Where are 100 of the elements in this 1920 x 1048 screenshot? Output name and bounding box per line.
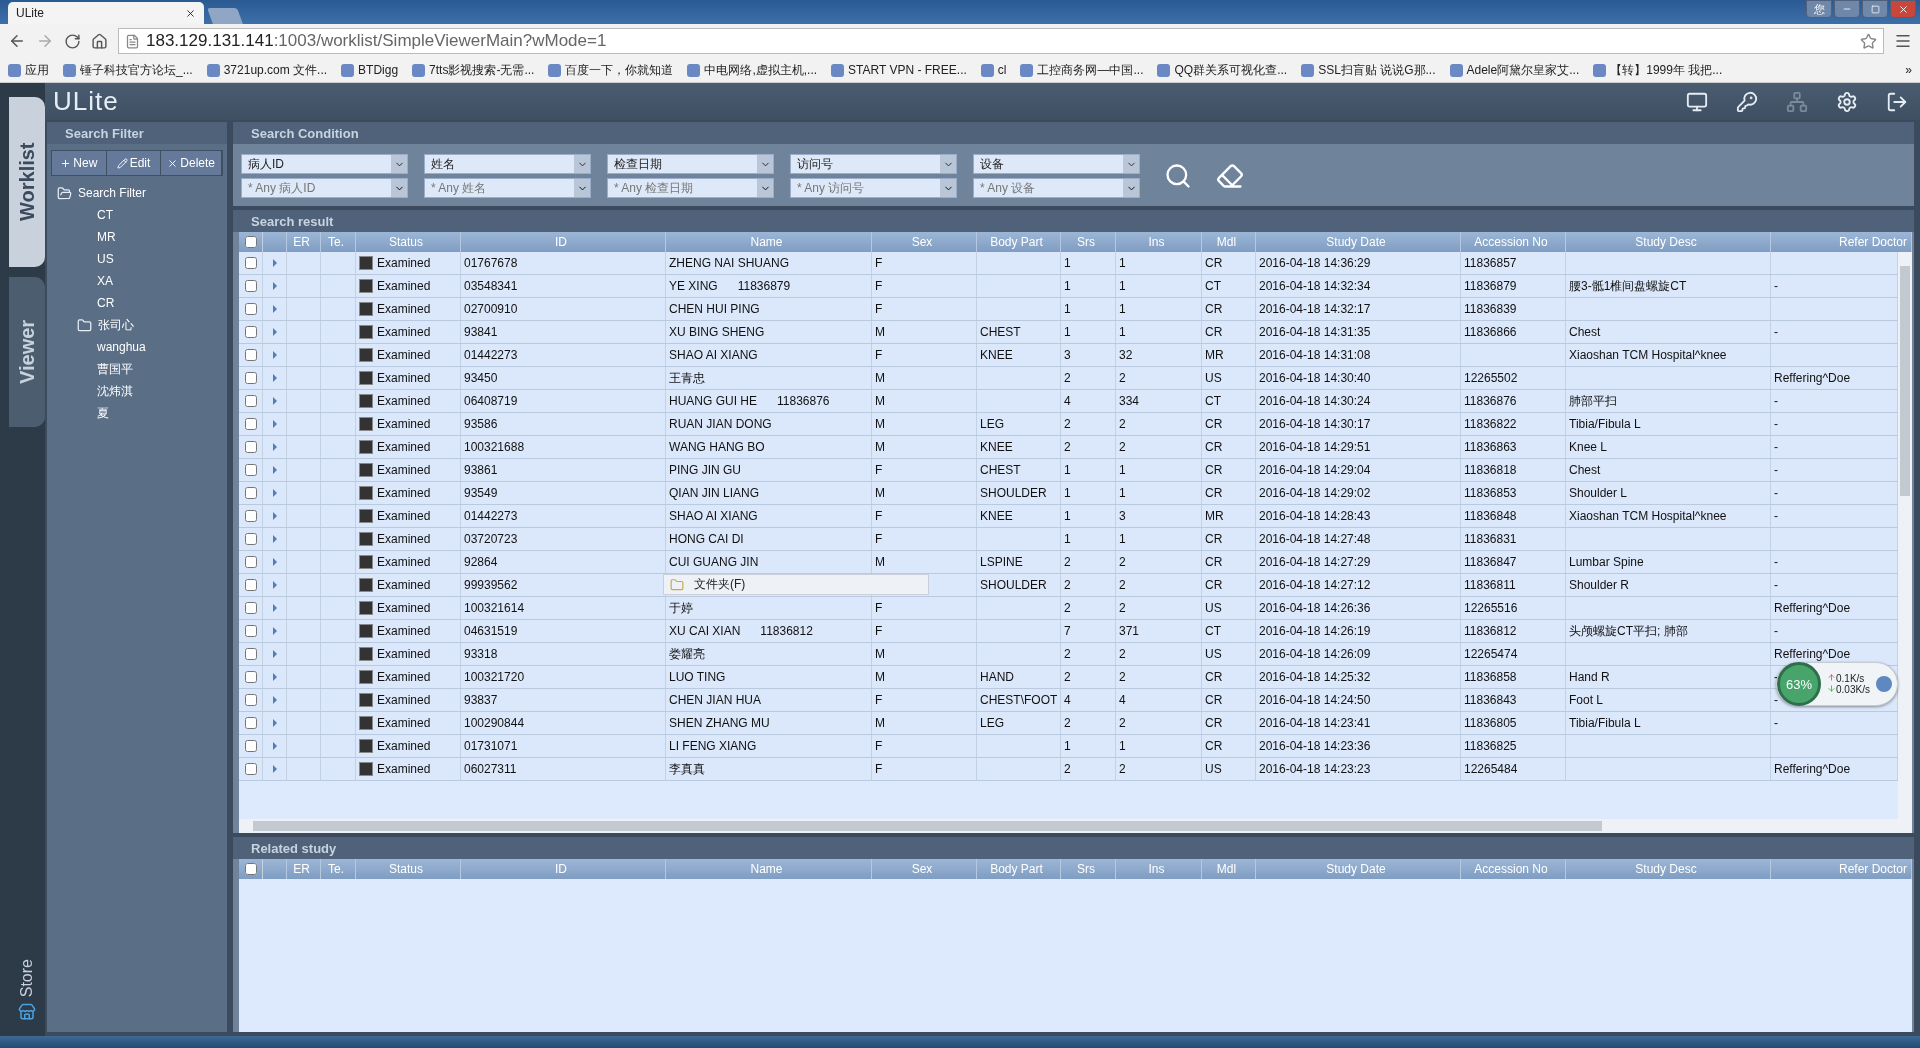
table-cell: HUANG GUI HE 11836876 bbox=[669, 394, 830, 408]
table-cell: Reffering^Doe bbox=[1774, 601, 1851, 615]
table-cell: YE XING 11836879 bbox=[669, 279, 791, 293]
table-cell: Reffering^Doe bbox=[1774, 371, 1851, 385]
table-cell: Tibia/Fibula L bbox=[1569, 417, 1641, 431]
table-cell: CUI GUANG JIN bbox=[669, 555, 759, 569]
table-cell: 4 bbox=[1064, 394, 1071, 408]
table-cell: 2016-04-18 14:27:48 bbox=[1259, 532, 1371, 546]
table-cell: 4 bbox=[1064, 693, 1071, 707]
table-cell: F bbox=[875, 739, 883, 753]
table-cell: 2 bbox=[1064, 670, 1071, 684]
table-cell: M bbox=[875, 440, 885, 454]
table-cell: 李真真 bbox=[669, 760, 705, 778]
table-cell: Examined bbox=[377, 371, 431, 385]
table-cell: 3 bbox=[1064, 348, 1071, 362]
table-cell: 1 bbox=[1064, 532, 1071, 546]
table-cell: 1 bbox=[1064, 325, 1071, 339]
table-cell: - bbox=[1774, 509, 1778, 523]
table-cell: 4 bbox=[1119, 693, 1126, 707]
table-cell: 100321688 bbox=[464, 440, 525, 454]
table-cell: 3 bbox=[1119, 509, 1126, 523]
table-cell: - bbox=[1774, 417, 1778, 431]
table-cell: US bbox=[1205, 601, 1222, 615]
app-logo: ULite bbox=[53, 86, 119, 117]
table-cell: F bbox=[875, 601, 883, 615]
table-cell: Examined bbox=[377, 532, 431, 546]
table-cell: F bbox=[875, 762, 883, 776]
table-cell: 于婷 bbox=[669, 599, 693, 617]
table-cell: RUAN JIAN DONG bbox=[669, 417, 772, 431]
table-cell: 2 bbox=[1064, 555, 1071, 569]
table-cell: CR bbox=[1205, 417, 1223, 431]
panel-title: Search result bbox=[233, 210, 1914, 232]
table-cell: F bbox=[875, 509, 883, 523]
table-cell: CHEN JIAN HUA bbox=[669, 693, 761, 707]
table-cell: 12265484 bbox=[1464, 762, 1518, 776]
table-cell: Reffering^Doe bbox=[1774, 647, 1851, 661]
table-cell: 99939562 bbox=[464, 578, 518, 592]
table-cell: 11836805 bbox=[1464, 716, 1517, 730]
table-cell: KNEE bbox=[980, 348, 1013, 362]
table-cell: 腰3-骶1椎间盘螺旋CT bbox=[1569, 277, 1687, 295]
table-cell: 11836879 bbox=[1464, 279, 1517, 293]
table-cell: 2016-04-18 14:27:29 bbox=[1259, 555, 1371, 569]
table-cell: Hand R bbox=[1569, 670, 1610, 684]
table-cell: 93586 bbox=[464, 417, 498, 431]
table-cell: 2 bbox=[1119, 716, 1126, 730]
upload-speed: 0.1K/s bbox=[1827, 673, 1870, 684]
table-cell: - bbox=[1774, 716, 1778, 730]
table-cell: Examined bbox=[377, 463, 431, 477]
table-cell: Examined bbox=[377, 394, 431, 408]
table-cell: Xiaoshan TCM Hospital^knee bbox=[1569, 509, 1727, 523]
table-cell: - bbox=[1774, 394, 1778, 408]
table-cell: F bbox=[875, 624, 883, 638]
table-cell: 2 bbox=[1119, 417, 1126, 431]
table-cell: 2 bbox=[1064, 716, 1071, 730]
table-cell: 100321614 bbox=[464, 601, 525, 615]
table-cell: 11836847 bbox=[1464, 555, 1517, 569]
table-cell: 04631519 bbox=[464, 624, 518, 638]
table-cell: 肺部平扫 bbox=[1569, 392, 1617, 410]
table-cell: - bbox=[1774, 279, 1778, 293]
table-cell: 1 bbox=[1119, 463, 1126, 477]
table-cell: CHEN HUI PING bbox=[669, 302, 760, 316]
table-cell: Examined bbox=[377, 762, 431, 776]
table-cell: Examined bbox=[377, 693, 431, 707]
table-cell: 12265516 bbox=[1464, 601, 1518, 615]
table-cell: 1 bbox=[1064, 279, 1071, 293]
table-cell: Examined bbox=[377, 256, 431, 270]
table-cell: CR bbox=[1205, 440, 1223, 454]
table-cell: 11836853 bbox=[1464, 486, 1517, 500]
table-cell: - bbox=[1774, 440, 1778, 454]
table-cell: 1 bbox=[1119, 486, 1126, 500]
table-cell: Examined bbox=[377, 509, 431, 523]
table-cell: Examined bbox=[377, 716, 431, 730]
table-cell: 2 bbox=[1064, 578, 1071, 592]
table-cell: 2016-04-18 14:26:36 bbox=[1259, 601, 1371, 615]
table-cell: F bbox=[875, 348, 883, 362]
table-cell: F bbox=[875, 256, 883, 270]
table-cell: 92864 bbox=[464, 555, 498, 569]
table-cell: 2016-04-18 14:23:41 bbox=[1259, 716, 1371, 730]
table-cell: 2016-04-18 14:31:35 bbox=[1259, 325, 1371, 339]
table-cell: M bbox=[875, 371, 885, 385]
table-cell: ZHENG NAI SHUANG bbox=[669, 256, 789, 270]
table-cell: WANG HANG BO bbox=[669, 440, 765, 454]
table-cell: CHEST\FOOT bbox=[980, 693, 1058, 707]
table-cell: CR bbox=[1205, 256, 1223, 270]
table-cell: 11836811 bbox=[1464, 578, 1516, 592]
table-cell: 2 bbox=[1119, 371, 1126, 385]
table-cell: 2016-04-18 14:36:29 bbox=[1259, 256, 1371, 270]
table-cell: - bbox=[1774, 693, 1778, 707]
table-cell: M bbox=[875, 394, 885, 408]
table-cell: SHAO AI XIANG bbox=[669, 509, 758, 523]
table-cell: 2 bbox=[1119, 647, 1126, 661]
table-cell: CR bbox=[1205, 670, 1223, 684]
table-cell: 01442273 bbox=[464, 509, 518, 523]
table-cell: Chest bbox=[1569, 325, 1601, 339]
table-cell: 2016-04-18 14:25:32 bbox=[1259, 670, 1371, 684]
table-cell: 334 bbox=[1119, 394, 1140, 408]
table-cell: 7 bbox=[1064, 624, 1071, 638]
table-cell: 11836863 bbox=[1464, 440, 1517, 454]
table-cell: M bbox=[875, 486, 885, 500]
table-cell: CR bbox=[1205, 716, 1223, 730]
